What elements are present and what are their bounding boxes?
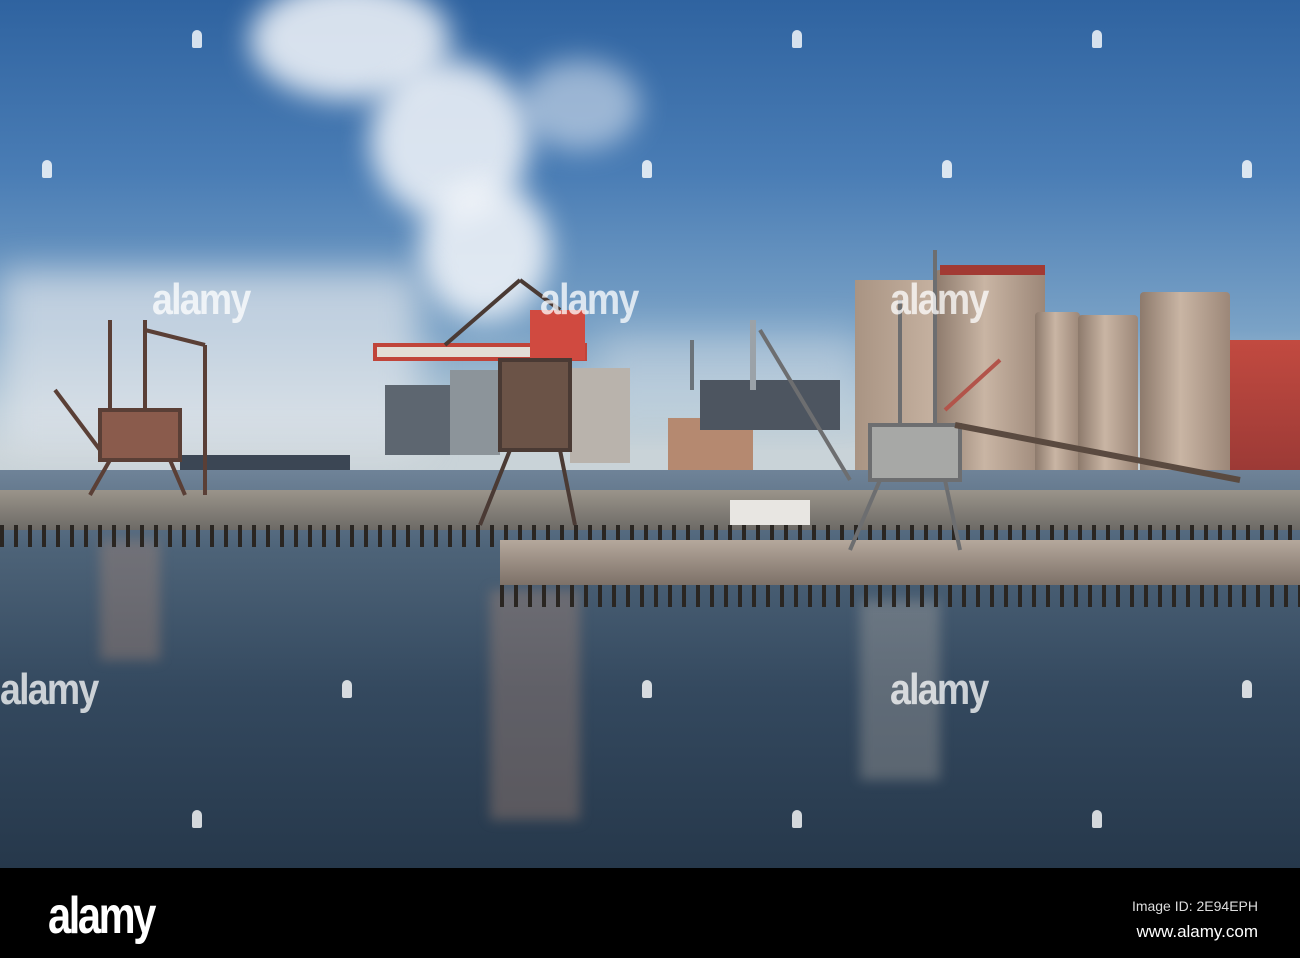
watermark-pin-icon bbox=[1242, 680, 1252, 698]
site-url: www.alamy.com bbox=[1136, 922, 1258, 941]
reflection bbox=[490, 590, 580, 820]
watermark-pin-icon bbox=[642, 160, 652, 178]
watermark-logo: alamy bbox=[0, 665, 99, 714]
footer-bar: alamy Image ID: 2E94EPH www.alamy.com bbox=[0, 868, 1300, 958]
watermark-logo: alamy bbox=[890, 275, 989, 324]
watermark-pin-icon bbox=[192, 810, 202, 828]
watermark-logo: alamy bbox=[152, 275, 251, 324]
alamy-logo: alamy bbox=[48, 887, 156, 945]
crane-left bbox=[53, 320, 207, 496]
watermark-logo: alamy bbox=[890, 665, 989, 714]
watermark-pin-icon bbox=[1092, 810, 1102, 828]
crane-right bbox=[758, 250, 1241, 551]
watermark-pin-icon bbox=[942, 160, 952, 178]
watermark-pin-icon bbox=[1242, 160, 1252, 178]
watermark-pin-icon bbox=[342, 680, 352, 698]
watermark-pin-icon bbox=[192, 30, 202, 48]
watermark-logo: alamy bbox=[540, 275, 639, 324]
watermark-pin-icon bbox=[1092, 30, 1102, 48]
harbour-photo: alamy alamy alamy alamy alamy bbox=[0, 0, 1300, 868]
watermark-pin-icon bbox=[42, 160, 52, 178]
watermark-pin-icon bbox=[792, 30, 802, 48]
watermark-pin-icon bbox=[792, 810, 802, 828]
watermark-pin-icon bbox=[642, 680, 652, 698]
image-id: Image ID: 2E94EPH bbox=[1131, 898, 1258, 914]
